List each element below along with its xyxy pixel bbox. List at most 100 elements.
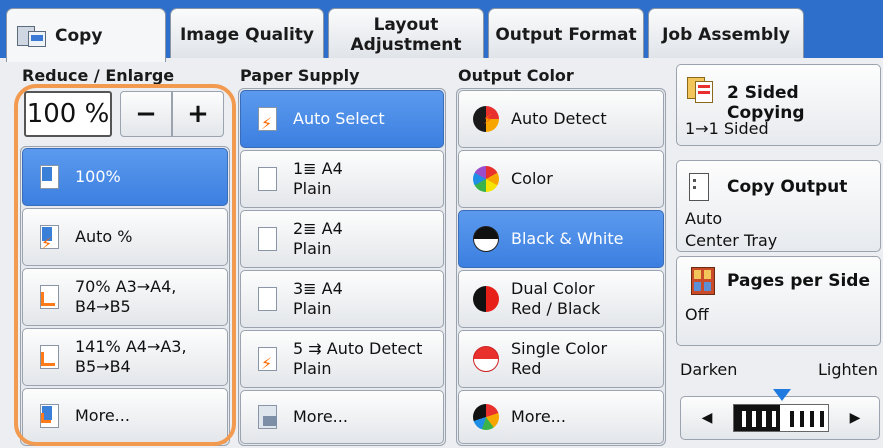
right-arrow-icon: ▶ [849,410,861,426]
single-color-icon [473,346,499,372]
tab-output-format[interactable]: Output Format [488,8,644,60]
pages-per-side-value: Off [685,305,709,324]
density-scale[interactable] [733,404,829,432]
paper-tray-3[interactable]: 3≣ A4 Plain [240,270,444,328]
blank-paper-icon [255,286,281,312]
darken-button[interactable]: ◀ [685,401,729,435]
two-sided-icon [685,75,715,103]
color-option-sublabel: Red [511,359,542,378]
darken-label: Darken [680,360,738,379]
enlarge-icon [37,344,63,370]
paper-tray-5[interactable]: ⚡ 5 ⇉ Auto Detect Plain [240,330,444,388]
tab-image-quality[interactable]: Image Quality [170,8,324,60]
full-color-icon [473,166,499,192]
color-option-label: Color [511,169,553,188]
zoom-option-label: 70% A3→A4, [75,277,177,296]
color-auto-detect[interactable]: ⚡ Auto Detect [458,90,664,148]
two-sided-copying-button[interactable]: 2 Sided Copying 1→1 Sided [676,64,881,146]
blank-paper-icon [255,226,281,252]
tab-image-quality-label: Image Quality [179,24,315,45]
paper-option-label: Auto Select [293,109,385,128]
color-single-color[interactable]: Single Color Red [458,330,664,388]
zoom-option-label: Auto % [75,227,133,246]
page-icon [37,164,63,190]
paper-option-label: 2≣ A4 [293,219,343,238]
black-white-icon [473,226,499,252]
blank-paper-icon [255,166,281,192]
bypass-auto-icon: ⚡ [255,346,281,373]
zoom-decrease-button[interactable]: − [120,91,172,137]
auto-zoom-icon: ⚡ [37,224,63,253]
zoom-option-auto[interactable]: ⚡ Auto % [22,208,228,266]
zoom-option-label: 100% [75,167,121,186]
paper-supply-heading: Paper Supply [240,66,360,85]
zoom-option-label: More... [75,406,130,425]
tab-copy[interactable]: Copy [6,8,166,62]
paper-option-label: 3≣ A4 [293,279,343,298]
paper-option-label: More... [293,407,348,426]
paper-option-type: Plain [293,239,332,258]
tab-layout-adjustment[interactable]: Layout Adjustment [328,8,484,60]
paper-option-type: Plain [293,179,332,198]
paper-tray-1[interactable]: 1≣ A4 Plain [240,150,444,208]
reduce-icon [37,284,63,310]
copy-output-title: Copy Output [727,177,848,197]
color-full-color[interactable]: Color [458,150,664,208]
zoom-option-label: 141% A4→A3, [75,337,187,356]
zoom-increase-button[interactable]: + [172,91,224,137]
zoom-option-sublabel: B5→B4 [75,357,131,376]
output-color-heading: Output Color [458,66,574,85]
tab-job-assembly-label: Job Assembly [662,24,790,45]
dual-color-icon [473,286,499,312]
paper-option-type: Plain [293,299,332,318]
zoom-option-sublabel: B4→B5 [75,297,131,316]
copy-output-button[interactable]: Copy Output Auto Center Tray [676,160,881,252]
density-marker-icon [773,389,791,401]
paper-tray-icon [255,404,281,430]
page-icon [37,403,63,429]
paper-more[interactable]: More... [240,390,444,444]
color-option-label: Dual Color [511,279,595,298]
tab-job-assembly[interactable]: Job Assembly [648,8,804,60]
paper-option-label: 1≣ A4 [293,159,343,178]
tab-copy-label: Copy [55,25,103,46]
pages-per-side-icon [685,267,715,295]
more-color-icon [473,404,499,430]
pages-per-side-title: Pages per Side [727,271,870,291]
reduce-enlarge-heading: Reduce / Enlarge [22,66,175,85]
color-option-label: More... [511,407,566,426]
two-sided-value: 1→1 Sided [685,119,769,138]
copy-output-icon [685,171,715,201]
copy-output-value-1: Auto [685,209,723,228]
zoom-option-141[interactable]: 141% A4→A3, B5→B4 [22,328,228,386]
copy-icon [17,24,47,48]
zoom-option-100[interactable]: 100% [22,148,228,206]
two-sided-title: 2 Sided Copying [727,83,805,123]
zoom-option-more[interactable]: More... [22,388,228,444]
color-option-label: Auto Detect [511,109,607,128]
lighten-label: Lighten [818,360,878,379]
copy-panel: Reduce / Enlarge 100 % − + 100% ⚡ Auto %… [0,58,883,448]
copy-output-value-2: Center Tray [685,231,778,250]
color-option-label: Black & White [511,229,624,248]
paper-tray-2[interactable]: 2≣ A4 Plain [240,210,444,268]
zoom-option-70[interactable]: 70% A3→A4, B4→B5 [22,268,228,326]
tab-output-format-label: Output Format [495,24,637,45]
auto-paper-icon: ⚡ [255,106,281,133]
color-black-white[interactable]: Black & White [458,210,664,268]
pages-per-side-button[interactable]: Pages per Side Off [676,256,881,346]
color-more[interactable]: More... [458,390,664,444]
paper-auto-select[interactable]: ⚡ Auto Select [240,90,444,148]
color-option-sublabel: Red / Black [511,299,601,318]
tab-bar: Copy Image Quality Layout Adjustment Out… [0,0,883,62]
left-arrow-icon: ◀ [701,410,713,426]
density-control: ◀ ▶ [680,389,880,440]
color-dual-color[interactable]: Dual Color Red / Black [458,270,664,328]
paper-option-label: 5 ⇉ Auto Detect [293,339,423,358]
tab-layout-adjustment-label: Layout Adjustment [350,14,462,55]
paper-option-type: Plain [293,359,332,378]
lighten-button[interactable]: ▶ [833,401,877,435]
color-option-label: Single Color [511,339,608,358]
zoom-value-field[interactable]: 100 % [24,91,112,137]
auto-detect-color-icon: ⚡ [473,106,499,132]
